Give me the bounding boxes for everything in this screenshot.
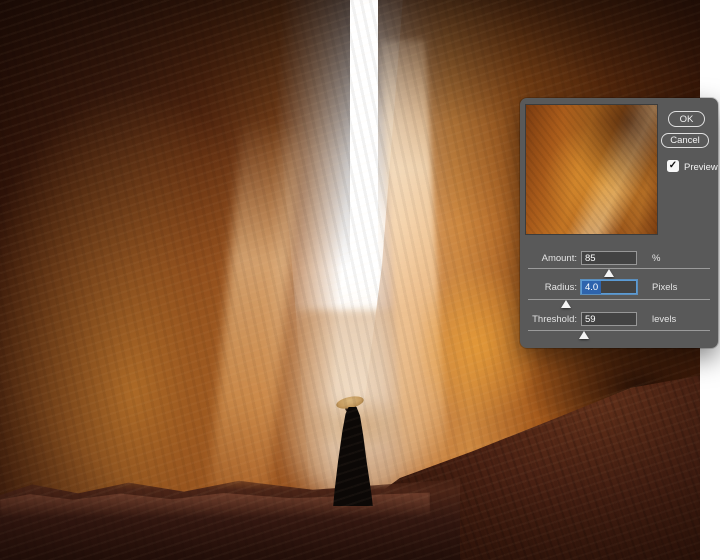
cancel-button[interactable]: Cancel: [661, 133, 709, 148]
amount-slider-thumb[interactable]: [604, 269, 615, 277]
unsharp-mask-dialog: OK Cancel ✓ Preview Amount: 85 % Radius:…: [520, 98, 718, 348]
radius-label: Radius:: [544, 282, 577, 293]
amount-label: Amount:: [541, 253, 577, 264]
preview-checkbox[interactable]: ✓: [667, 160, 679, 172]
amount-unit-label: %: [652, 253, 661, 264]
radius-slider-track[interactable]: [528, 299, 710, 308]
radius-value-selected: 4.0: [582, 281, 602, 294]
threshold-unit-label: levels: [652, 314, 677, 325]
amount-slider-track[interactable]: [528, 268, 710, 277]
filter-preview-thumbnail[interactable]: [525, 104, 658, 235]
threshold-input[interactable]: 59: [581, 312, 637, 326]
radius-input[interactable]: 4.0: [581, 280, 637, 294]
screenshot-root: OK Cancel ✓ Preview Amount: 85 % Radius:…: [0, 0, 720, 560]
threshold-value: 59: [585, 314, 596, 325]
threshold-label: Threshold:: [532, 314, 577, 325]
radius-unit-label: Pixels: [652, 282, 678, 293]
radius-slider-thumb[interactable]: [560, 300, 571, 308]
preview-checkbox-label[interactable]: Preview: [684, 162, 718, 173]
ok-button[interactable]: OK: [668, 111, 705, 127]
threshold-slider-thumb[interactable]: [578, 331, 589, 339]
amount-input[interactable]: 85: [581, 251, 637, 265]
amount-value: 85: [585, 253, 596, 264]
threshold-slider-track[interactable]: [528, 330, 710, 339]
